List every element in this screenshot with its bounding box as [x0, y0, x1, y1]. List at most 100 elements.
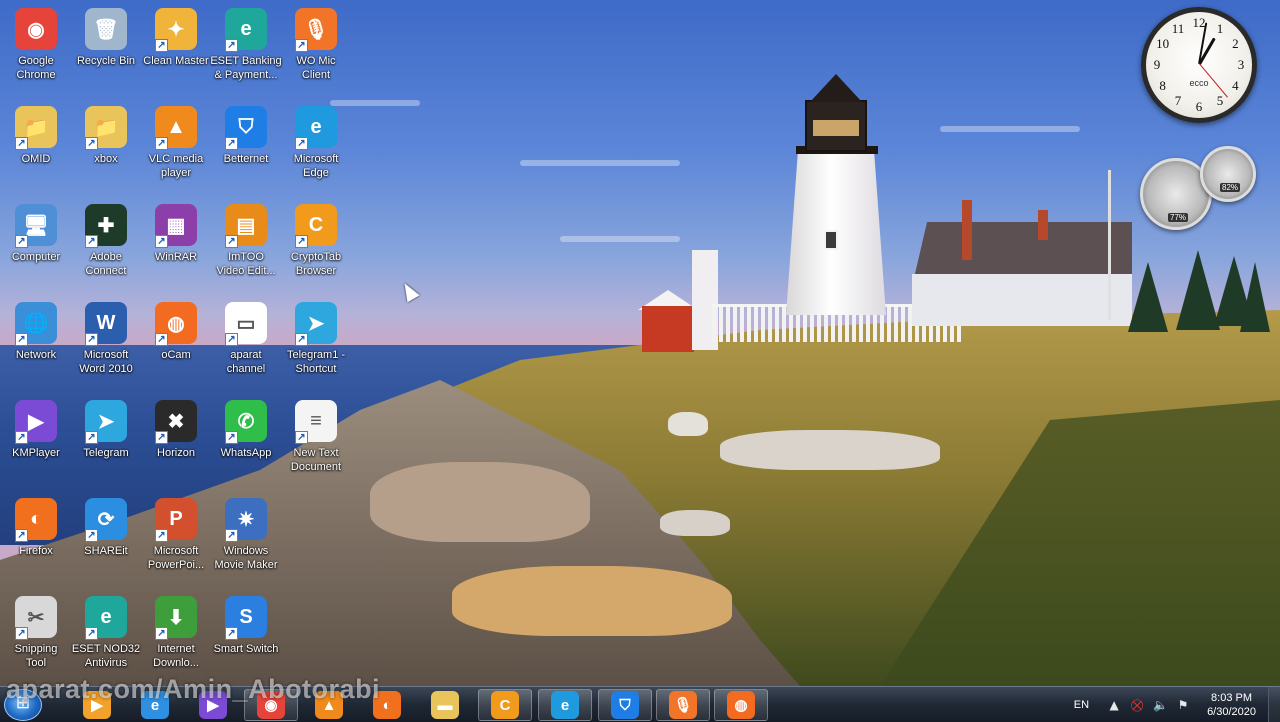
chrome-icon: ◉: [15, 8, 57, 50]
taskbar-button[interactable]: ▲: [302, 689, 356, 721]
show-desktop-button[interactable]: [1268, 687, 1280, 722]
clock-numeral: 3: [1237, 57, 1245, 72]
desktop-icon[interactable]: 📁 ↗ xbox: [70, 100, 142, 196]
shortcut-arrow-icon: ↗: [155, 235, 168, 248]
desktop-icon[interactable]: ≡ ↗ New Text Document: [280, 394, 352, 490]
desktop-icon[interactable]: ✚ ↗ Adobe Connect: [70, 198, 142, 294]
ocam-icon: ◍: [727, 691, 755, 719]
desktop-icon[interactable]: 🖥 ↗ Computer: [0, 198, 72, 294]
desktop-icon[interactable]: e ↗ ESET Banking & Payment...: [210, 2, 282, 98]
memory-percent: 82%: [1220, 183, 1241, 192]
desktop-icon-label: ImTOO Video Edit...: [216, 251, 276, 277]
taskbar[interactable]: ▶ e ▶ ◉ ▲ ◐ ▬ Ce ⛉ 🎙 ◍ EN ▲ ⛒ 🔈 ⚑ 8:03 PM 6/30/202…: [0, 686, 1280, 722]
taskbar-button[interactable]: ⛉: [598, 689, 652, 721]
shortcut-arrow-icon: ↗: [85, 137, 98, 150]
desktop-icon[interactable]: 🎙 ↗ WO Mic Client: [280, 2, 352, 98]
shortcut-arrow-icon: ↗: [225, 137, 238, 150]
desktop-icon[interactable]: W ↗ Microsoft Word 2010: [70, 296, 142, 392]
desktop-icon[interactable]: ◍ ↗ oCam: [140, 296, 212, 392]
desktop-icon[interactable]: ⬇ ↗ Internet Downlo...: [140, 590, 212, 686]
desktop-icon[interactable]: ▭ ↗ aparat channel: [210, 296, 282, 392]
desktop-icon[interactable]: ✆ ↗ WhatsApp: [210, 394, 282, 490]
taskbar-button[interactable]: C: [478, 689, 532, 721]
desktop-icon[interactable]: ⟳ ↗ SHAREit: [70, 492, 142, 588]
shortcut-arrow-icon: ↗: [225, 627, 238, 640]
desktop-icon[interactable]: ▦ ↗ WinRAR: [140, 198, 212, 294]
keepers-house-roof: [914, 222, 1132, 278]
desktop-icon[interactable]: ▲ ↗ VLC media player: [140, 100, 212, 196]
taskbar-button[interactable]: e: [538, 689, 592, 721]
taskbar-button[interactable]: ◉: [244, 689, 298, 721]
volume-icon[interactable]: 🔈: [1153, 698, 1168, 712]
taskbar-button[interactable]: ◐: [360, 689, 414, 721]
desktop-icon[interactable]: e ↗ Microsoft Edge: [280, 100, 352, 196]
kmplayer-icon: ▶ ↗: [15, 400, 57, 444]
desktop-icon-label: ESET Banking & Payment...: [210, 55, 282, 81]
desktop-icon[interactable]: ⛉ ↗ Betternet: [210, 100, 282, 196]
taskbar-button[interactable]: ▶: [186, 689, 240, 721]
shortcut-arrow-icon: ↗: [15, 137, 28, 150]
desktop-icon[interactable]: 🗑 Recycle Bin: [70, 2, 142, 98]
shortcut-arrow-icon: ↗: [155, 137, 168, 150]
start-button[interactable]: [4, 689, 42, 721]
telegram-icon: ➤ ↗: [85, 400, 127, 444]
shortcut-arrow-icon: ↗: [85, 627, 98, 640]
desktop-icon[interactable]: 🌐 ↗ Network: [0, 296, 72, 392]
shareit-icon: ⟳ ↗: [85, 498, 127, 542]
desktop-icon[interactable]: P ↗ Microsoft PowerPoi...: [140, 492, 212, 588]
desktop-icon-label: Internet Downlo...: [153, 643, 199, 669]
desktop-icon[interactable]: C ↗ CryptoTab Browser: [280, 198, 352, 294]
recycle-bin-icon: 🗑: [85, 8, 127, 50]
action-center-flag-icon[interactable]: ⚑: [1176, 698, 1190, 712]
language-indicator[interactable]: EN: [1074, 699, 1089, 711]
show-hidden-icons-icon[interactable]: ▲: [1107, 698, 1121, 712]
security-alert-icon[interactable]: ⛒: [1130, 698, 1144, 713]
cryptotab-icon: C: [491, 691, 519, 719]
desktop-icon[interactable]: ✷ ↗ Windows Movie Maker: [210, 492, 282, 588]
shortcut-arrow-icon: ↗: [85, 529, 98, 542]
clock-numeral: 2: [1232, 36, 1239, 51]
clock-gadget[interactable]: ecco 12 1 2 3 4 5 6 7 8 9 10 11: [1141, 7, 1257, 123]
eset-banking-icon: e ↗: [225, 8, 267, 52]
vlc-cone-icon: ▲ ↗: [155, 106, 197, 150]
desktop-icon[interactable]: ✖ ↗ Horizon: [140, 394, 212, 490]
scissors-icon: ✂ ↗: [15, 596, 57, 640]
desktop-icon[interactable]: 📁 ↗ OMID: [0, 100, 72, 196]
tray-clock[interactable]: 8:03 PM 6/30/2020: [1207, 691, 1256, 719]
download-manager-icon: ⬇ ↗: [155, 596, 197, 640]
taskbar-button[interactable]: e: [128, 689, 182, 721]
taskbar-button[interactable]: ▬: [418, 689, 472, 721]
desktop-icon[interactable]: e ↗ ESET NOD32 Antivirus: [70, 590, 142, 686]
user-folder-icon: 📁 ↗: [15, 106, 57, 150]
desktop-icon-label: Snipping Tool: [14, 643, 58, 669]
desktop-icon[interactable]: S ↗ Smart Switch: [210, 590, 282, 686]
desktop-icon-label: Horizon: [157, 447, 195, 459]
clock-numeral: 10: [1156, 36, 1170, 51]
desktop-icon[interactable]: ◐ ↗ Firefox: [0, 492, 72, 588]
shortcut-arrow-icon: ↗: [155, 333, 168, 346]
desktop-icon-label: KMPlayer: [12, 447, 60, 459]
chrome-icon: ◉: [257, 691, 285, 719]
shield-icon: ⛉ ↗: [225, 106, 267, 150]
desktop-icon[interactable]: ◉ Google Chrome: [0, 2, 72, 98]
taskbar-button[interactable]: 🎙: [656, 689, 710, 721]
tray-date: 6/30/2020: [1207, 706, 1256, 718]
desktop-icon[interactable]: ➤ ↗ Telegram1 - Shortcut: [280, 296, 352, 392]
desktop-icon[interactable]: ➤ ↗ Telegram: [70, 394, 142, 490]
clock-numeral: 1: [1216, 20, 1224, 36]
desktop-icon-label: Telegram1 - Shortcut: [286, 349, 346, 375]
taskbar-button[interactable]: ◍: [714, 689, 768, 721]
desktop-icon-label: Google Chrome: [16, 55, 56, 81]
firefox-icon: ◐ ↗: [15, 498, 57, 542]
xbox-horizon-icon: ✖ ↗: [155, 400, 197, 444]
desktop-icon[interactable]: ▤ ↗ ImTOO Video Edit...: [210, 198, 282, 294]
desktop-icon[interactable]: ✦ ↗ Clean Master: [140, 2, 212, 98]
clock-numeral: 6: [1195, 99, 1203, 114]
desktop-icon-label: VLC media player: [148, 153, 204, 179]
ocam-icon: ◍ ↗: [155, 302, 197, 346]
taskbar-button[interactable]: ▶: [70, 689, 124, 721]
telegram-icon: ➤ ↗: [295, 302, 337, 346]
desktop-icon[interactable]: ✂ ↗ Snipping Tool: [0, 590, 72, 686]
shortcut-arrow-icon: ↗: [155, 529, 168, 542]
desktop-icon[interactable]: ▶ ↗ KMPlayer: [0, 394, 72, 490]
